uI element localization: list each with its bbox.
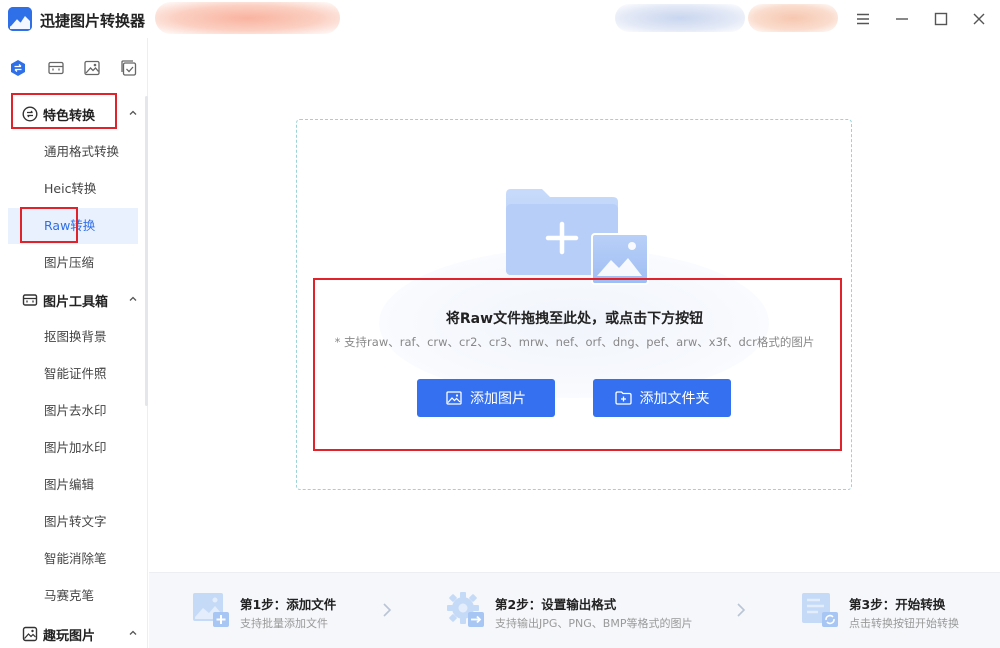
step-desc: 支持输出JPG、PNG、BMP等格式的图片 bbox=[495, 617, 693, 630]
add-file-step-icon bbox=[193, 593, 229, 627]
step-title: 第2步：设置输出格式 bbox=[495, 597, 617, 612]
step-2: 第2步：设置输出格式 支持输出JPG、PNG、BMP等格式的图片 bbox=[446, 591, 726, 631]
sidebar-item-add-watermark[interactable]: 图片加水印 bbox=[8, 430, 138, 466]
chevron-up-icon[interactable] bbox=[128, 108, 138, 118]
sidebar-item-id-photo[interactable]: 智能证件照 bbox=[8, 356, 138, 392]
sidebar-item-remove-watermark[interactable]: 图片去水印 bbox=[8, 393, 138, 429]
title-bar: 迅捷图片转换器 bbox=[0, 0, 1000, 38]
sidebar: 特色转换 通用格式转换 Heic转换 Raw转换 图片压缩 图片工具箱 抠图换背… bbox=[0, 38, 148, 648]
highlight-box bbox=[20, 207, 78, 243]
app-title: 迅捷图片转换器 bbox=[40, 12, 146, 30]
add-folder-illustration-icon bbox=[506, 189, 649, 285]
maximize-icon[interactable] bbox=[929, 7, 953, 31]
fun-icon bbox=[22, 626, 38, 642]
chevron-up-icon[interactable] bbox=[128, 294, 138, 304]
minimize-icon[interactable] bbox=[890, 7, 914, 31]
app-window: 迅捷图片转换器 特色转换 通用格式转换 Heic转换 Raw转换 图片压缩 图片… bbox=[0, 0, 1000, 648]
steps-footer: 第1步：添加文件 支持批量添加文件 第2步：设置输出格式 支持输出JPG、PNG… bbox=[149, 572, 1000, 648]
sidebar-item-general-convert[interactable]: 通用格式转换 bbox=[8, 134, 138, 170]
convert-icon[interactable] bbox=[8, 58, 28, 78]
step-desc: 支持批量添加文件 bbox=[240, 617, 328, 630]
sidebar-item-compress[interactable]: 图片压缩 bbox=[8, 245, 138, 281]
sidebar-scrollbar[interactable] bbox=[145, 96, 148, 406]
highlight-box bbox=[11, 93, 117, 129]
step-3: 第3步：开始转换 点击转换按钮开始转换 bbox=[800, 591, 1000, 631]
section-fun[interactable]: 趣玩图片 bbox=[14, 620, 142, 648]
toolbox-icon bbox=[22, 294, 38, 306]
step-1: 第1步：添加文件 支持批量添加文件 bbox=[191, 591, 411, 631]
close-icon[interactable] bbox=[967, 7, 991, 31]
highlight-box bbox=[313, 278, 842, 451]
chevron-up-icon[interactable] bbox=[128, 628, 138, 638]
promo-banner[interactable] bbox=[155, 2, 340, 34]
chevron-right-icon bbox=[383, 603, 392, 617]
chevron-right-icon bbox=[737, 603, 746, 617]
section-label: 图片工具箱 bbox=[43, 294, 109, 310]
step-title: 第1步：添加文件 bbox=[240, 597, 337, 612]
main-panel: 将Raw文件拖拽至此处，或点击下方按钮 * 支持raw、raf、crw、cr2、… bbox=[149, 38, 1000, 572]
menu-icon[interactable] bbox=[851, 7, 875, 31]
settings-step-icon bbox=[447, 592, 484, 627]
vip-badge[interactable] bbox=[748, 4, 838, 32]
account-area[interactable] bbox=[615, 4, 745, 32]
image-icon[interactable] bbox=[82, 58, 102, 78]
toolbox-icon[interactable] bbox=[46, 58, 66, 78]
sidebar-item-eraser[interactable]: 智能消除笔 bbox=[8, 541, 138, 577]
sidebar-tabs bbox=[0, 50, 148, 84]
sidebar-item-ocr[interactable]: 图片转文字 bbox=[8, 504, 138, 540]
step-title: 第3步：开始转换 bbox=[849, 597, 946, 612]
check-icon[interactable] bbox=[119, 58, 139, 78]
sidebar-item-heic[interactable]: Heic转换 bbox=[8, 171, 138, 207]
section-toolbox[interactable]: 图片工具箱 bbox=[14, 286, 142, 314]
sidebar-item-cutout[interactable]: 抠图换背景 bbox=[8, 319, 138, 355]
sidebar-item-mosaic[interactable]: 马赛克笔 bbox=[8, 578, 138, 614]
app-logo bbox=[8, 7, 32, 31]
step-desc: 点击转换按钮开始转换 bbox=[849, 617, 959, 630]
section-label: 趣玩图片 bbox=[43, 628, 96, 644]
sidebar-item-edit[interactable]: 图片编辑 bbox=[8, 467, 138, 503]
start-convert-step-icon bbox=[802, 593, 838, 627]
